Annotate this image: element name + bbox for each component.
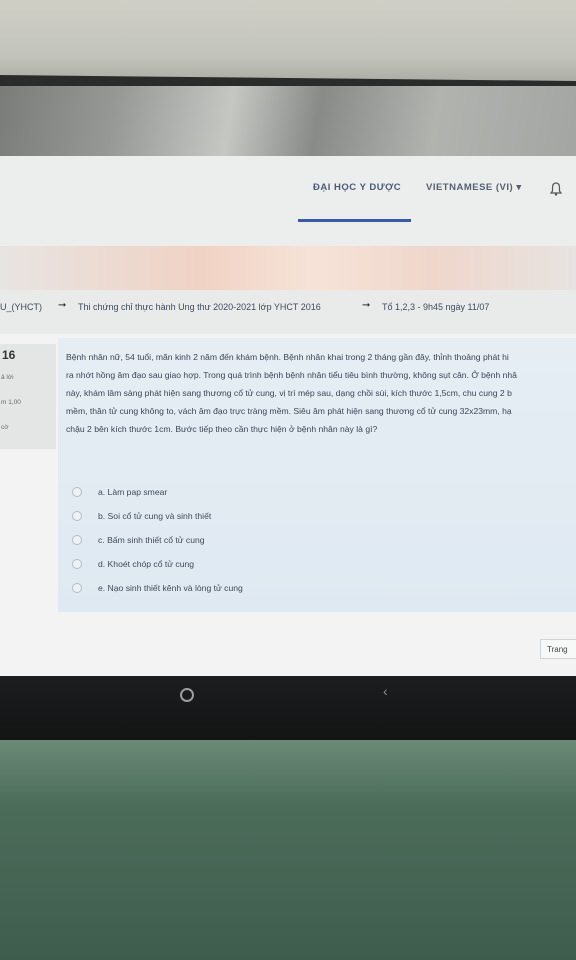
language-selector[interactable]: VIETNAMESE (VI) ▾ (426, 182, 522, 193)
desk-surface (0, 740, 576, 960)
question-status: ả lời (1, 374, 14, 381)
flag-question-link[interactable]: cờ (1, 424, 9, 431)
tablet-screen: ĐẠI HỌC Y DƯỢC VIETNAMESE (VI) ▾ U_(YHCT… (0, 86, 576, 678)
top-navigation: ĐẠI HỌC Y DƯỢC VIETNAMESE (VI) ▾ (0, 156, 576, 246)
question-text-line: này, khám lâm sàng phát hiện sang thương… (66, 388, 512, 398)
answer-label: e. Nạo sinh thiết kênh và lòng tử cung (98, 583, 243, 593)
question-text: Bệnh nhân nữ, 54 tuổi, mãn kinh 2 năm đế… (66, 348, 576, 438)
answer-option-c[interactable]: c. Bấm sinh thiết cổ tử cung (72, 528, 243, 552)
answer-option-e[interactable]: e. Nạo sinh thiết kênh và lòng tử cung (72, 576, 243, 600)
screen-reflection (0, 86, 576, 156)
language-label: VIETNAMESE (VI) (426, 182, 514, 193)
question-info-box: 16 ả lời m 1,00 cờ (0, 344, 56, 449)
radio-button[interactable] (72, 535, 82, 545)
question-text-line: Bệnh nhân nữ, 54 tuổi, mãn kinh 2 năm đế… (66, 352, 509, 362)
nav-university-link[interactable]: ĐẠI HỌC Y DƯỢC (313, 182, 401, 193)
breadcrumb-group[interactable]: Tổ 1,2,3 - 9h45 ngày 11/07 (382, 302, 489, 312)
question-panel: Bệnh nhân nữ, 54 tuổi, mãn kinh 2 năm đế… (58, 338, 576, 612)
breadcrumb-arrow-icon: ➞ (58, 300, 67, 311)
answer-option-d[interactable]: d. Khoét chóp cổ tử cung (72, 552, 243, 576)
back-button-icon[interactable]: ‹ (383, 683, 388, 699)
home-button-icon[interactable] (180, 688, 194, 702)
radio-button[interactable] (72, 487, 82, 497)
answer-option-a[interactable]: a. Làm pap smear (72, 480, 243, 504)
breadcrumb-arrow-icon: ➞ (362, 300, 371, 311)
breadcrumb-course[interactable]: U_(YHCT) (0, 302, 42, 312)
question-text-line: ra nhớt hồng âm đạo sau giao hợp. Trong … (66, 370, 517, 380)
radio-button[interactable] (72, 583, 82, 593)
next-page-button[interactable]: Trang (540, 639, 576, 659)
question-text-line: chậu 2 bên kích thước 1cm. Bước tiếp the… (66, 424, 378, 434)
page-banner (0, 246, 576, 290)
chevron-down-icon: ▾ (516, 182, 522, 193)
answer-label: a. Làm pap smear (98, 487, 168, 497)
bell-icon[interactable] (550, 182, 562, 196)
answer-label: b. Soi cổ tử cung và sinh thiết (98, 511, 212, 521)
answer-label: c. Bấm sinh thiết cổ tử cung (98, 535, 205, 545)
radio-button[interactable] (72, 559, 82, 569)
answer-label: d. Khoét chóp cổ tử cung (98, 559, 195, 569)
question-points: m 1,00 (1, 399, 21, 406)
answer-options: a. Làm pap smear b. Soi cổ tử cung và si… (72, 480, 243, 600)
question-number: 16 (2, 348, 16, 362)
answer-option-b[interactable]: b. Soi cổ tử cung và sinh thiết (72, 504, 243, 528)
active-nav-underline (298, 219, 411, 222)
question-text-line: mềm, thân tử cung không to, vách âm đạo … (66, 406, 512, 416)
tablet-bottom-bezel (0, 676, 576, 746)
breadcrumb: U_(YHCT) ➞ Thi chứng chỉ thực hành Ung t… (0, 290, 576, 334)
breadcrumb-quiz[interactable]: Thi chứng chỉ thực hành Ung thư 2020-202… (78, 302, 321, 312)
radio-button[interactable] (72, 511, 82, 521)
